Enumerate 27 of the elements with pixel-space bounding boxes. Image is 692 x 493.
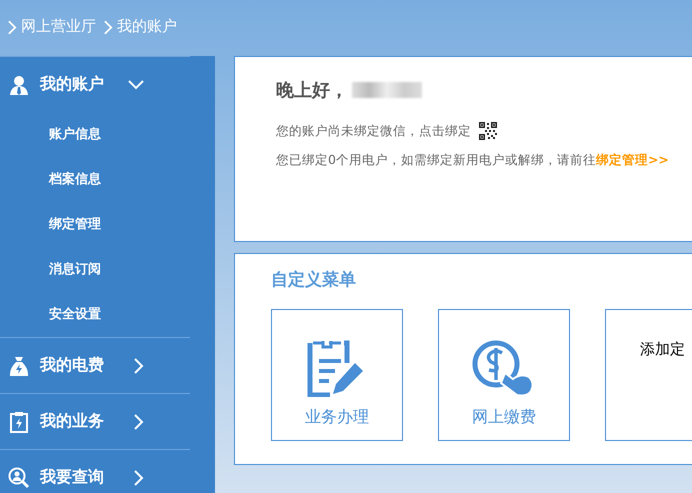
submenu-item[interactable]: 安全设置	[0, 292, 215, 337]
submenu-item[interactable]: 档案信息	[0, 157, 215, 202]
submenu-item[interactable]: 消息订阅	[0, 247, 215, 292]
blurred-name-block	[352, 82, 422, 98]
money-bag-icon	[9, 356, 29, 376]
qr-code-icon[interactable]	[479, 122, 497, 140]
notice-text: 您已绑定0个用电户，如需绑定新用电户或解绑，请前往	[276, 152, 596, 169]
sidebar-menu-item[interactable]: 我的账户	[0, 56, 190, 112]
submenu-item[interactable]: 绑定管理	[0, 202, 215, 247]
sidebar-menu-item[interactable]: 我要查询	[0, 449, 190, 493]
breadcrumb-link[interactable]: 网上营业厅	[21, 16, 96, 36]
menu-tile[interactable]: 业务办理	[271, 309, 403, 441]
section-title: 自定义菜单	[271, 269, 357, 291]
greeting-text: 晚上好，	[276, 79, 348, 102]
breadcrumb-chevron-icon	[8, 20, 17, 34]
menu-tile[interactable]: 网上缴费	[438, 309, 570, 441]
notice-text: 您的账户尚未绑定微信，点击绑定	[276, 122, 471, 140]
submenu-item[interactable]: 账户信息	[0, 112, 215, 157]
binding-management-link[interactable]: 绑定管理>>	[596, 152, 669, 169]
breadcrumb-link[interactable]: 我的账户	[117, 16, 177, 36]
sidebar-menu-item[interactable]: 我的电费	[0, 337, 190, 393]
clipboard-bolt-icon	[9, 410, 29, 432]
breadcrumb-chevron-icon	[104, 20, 113, 34]
sidebar-menu-item[interactable]: 我的业务	[0, 393, 190, 449]
user-search-icon	[8, 466, 30, 488]
user-icon	[9, 74, 29, 94]
menu-tile[interactable]: 添加定	[605, 309, 692, 441]
